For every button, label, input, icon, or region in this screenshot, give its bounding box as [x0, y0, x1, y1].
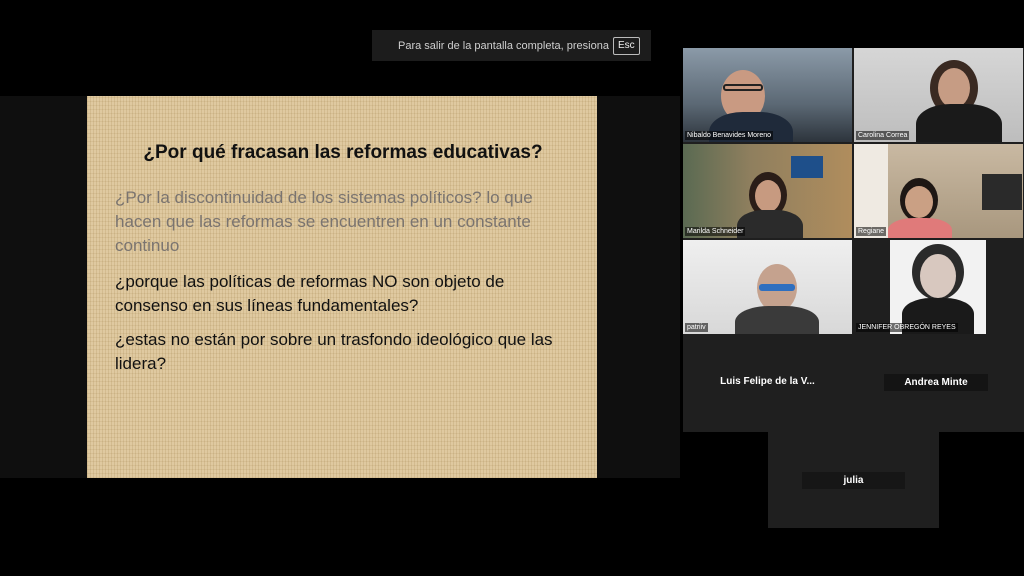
- participant-name: patriiv: [685, 323, 708, 332]
- participant-gallery: Nibaldo Benavides Moreno Carolina Correa…: [683, 48, 1024, 432]
- participant-video: [916, 60, 1006, 142]
- slide-paragraph-1: ¿Por la discontinuidad de los sistemas p…: [115, 188, 533, 255]
- audio-tile-andrea[interactable]: Andrea Minte: [854, 336, 1023, 430]
- video-tile-marilda[interactable]: Marilda Schneider: [683, 144, 852, 238]
- participant-video: [731, 264, 821, 334]
- participant-name: JENNIFER OBREGÓN REYES: [856, 323, 958, 332]
- video-tile-nibaldo[interactable]: Nibaldo Benavides Moreno: [683, 48, 852, 142]
- presentation-slide: ¿Por qué fracasan las reformas educativa…: [87, 96, 597, 478]
- slide-paragraph-2: ¿porque las políticas de reformas NO son…: [115, 272, 505, 315]
- audio-tile-luis-felipe[interactable]: Luis Felipe de la V...: [683, 336, 852, 430]
- video-tile-carolina[interactable]: Carolina Correa: [854, 48, 1023, 142]
- monitor-background: [982, 174, 1022, 210]
- participant-video-frame: [890, 240, 986, 334]
- participant-video: [737, 172, 803, 238]
- participant-name: Nibaldo Benavides Moreno: [685, 131, 774, 140]
- slide-title: ¿Por qué fracasan las reformas educativa…: [143, 142, 543, 163]
- slide-paragraph-3: ¿estas no están por sobre un trasfondo i…: [115, 330, 553, 373]
- video-tile-jennifer[interactable]: JENNIFER OBREGÓN REYES: [854, 240, 1023, 334]
- exit-fullscreen-banner: Para salir de la pantalla completa, pres…: [372, 30, 651, 61]
- participant-name: Marilda Schneider: [685, 227, 746, 236]
- esc-key-badge: Esc: [612, 36, 640, 55]
- audio-tile-julia[interactable]: julia: [768, 432, 939, 528]
- participant-name: Carolina Correa: [856, 131, 910, 140]
- video-tile-regiane[interactable]: Regiane: [854, 144, 1023, 238]
- participant-name: Regiane: [856, 227, 887, 236]
- video-tile-patriiv[interactable]: patriiv: [683, 240, 852, 334]
- participant-name: Andrea Minte: [884, 374, 988, 391]
- participant-video: [888, 178, 952, 238]
- exit-fullscreen-text: Para salir de la pantalla completa, pres…: [398, 39, 609, 52]
- participant-name: Luis Felipe de la V...: [720, 376, 815, 387]
- window-light: [854, 144, 888, 238]
- participant-name: julia: [802, 472, 905, 489]
